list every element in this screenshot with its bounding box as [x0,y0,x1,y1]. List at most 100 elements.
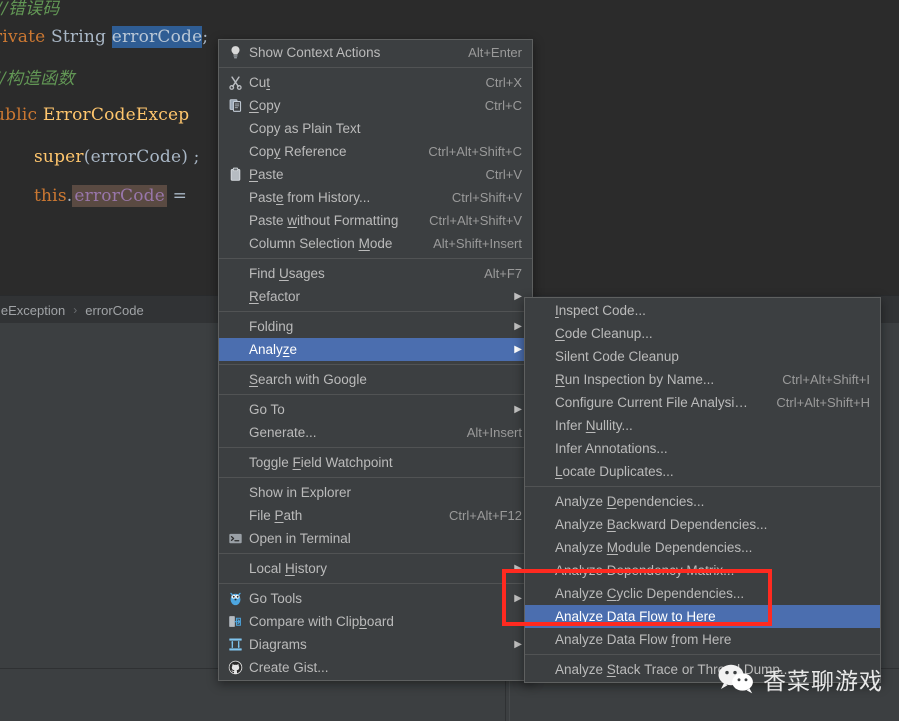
breadcrumb-item-field[interactable]: errorCode [85,303,144,318]
sub-analyze-backward-dependencies[interactable]: Analyze Backward Dependencies... [525,513,880,536]
analyze-submenu[interactable]: Inspect Code... Code Cleanup... Silent Cod… [524,297,881,683]
ctx-analyze[interactable]: Analyze ▶ [219,338,532,361]
menu-item-label: Paste [249,167,284,182]
ctx-go-to[interactable]: Go To ▶ [219,398,532,421]
ctx-toggle-field-watchpoint[interactable]: Toggle Field Watchpoint [219,451,532,474]
menu-separator [525,654,880,655]
sub-silent-code-cleanup[interactable]: Silent Code Cleanup [525,345,880,368]
chevron-right-icon: ▶ [514,639,522,650]
menu-item-label: Folding [249,319,294,334]
scissors-icon [225,75,245,91]
menu-separator [219,553,532,554]
menu-item-label: Copy as Plain Text [249,121,361,136]
menu-item-shortcut: Ctrl+Alt+Shift+V [429,213,522,228]
no-icon [531,540,551,556]
menu-item-label: Analyze Backward Dependencies... [555,517,768,532]
menu-item-label: Analyze Data Flow to Here [555,609,716,624]
ctx-refactor[interactable]: Refactor ▶ [219,285,532,308]
sub-code-cleanup[interactable]: Code Cleanup... [525,322,880,345]
menu-item-label: Analyze Data Flow from Here [555,632,732,647]
sub-infer-annotations[interactable]: Infer Annotations... [525,437,880,460]
menu-item-shortcut: Ctrl+Shift+V [451,190,522,205]
no-icon [225,342,245,358]
ctx-file-path[interactable]: File Path Ctrl+Alt+F12 [219,504,532,527]
ctx-local-history[interactable]: Local History ▶ [219,557,532,580]
watermark-text: 香菜聊游戏 [763,669,883,695]
no-icon [531,563,551,579]
sub-analyze-dependencies[interactable]: Analyze Dependencies... [525,490,880,513]
no-icon [531,662,551,678]
ctx-copy[interactable]: Copy Ctrl+C [219,94,532,117]
no-icon [225,319,245,335]
menu-separator [219,477,532,478]
menu-item-label: Analyze Module Dependencies... [555,540,753,555]
no-icon [225,213,245,229]
menu-item-label: Create Gist... [249,660,329,675]
editor-context-menu[interactable]: Show Context Actions Alt+Enter Cut Ctrl+X Co… [218,39,533,681]
no-icon [225,425,245,441]
menu-item-label: Infer Nullity... [555,418,633,433]
ctx-show-in-explorer[interactable]: Show in Explorer [219,481,532,504]
menu-separator [219,394,532,395]
menu-item-label: Search with Google [249,372,367,387]
menu-item-label: Paste without Formatting [249,213,399,228]
menu-item-label: Paste from History... [249,190,371,205]
chevron-right-icon: ▶ [514,404,522,415]
ctx-find-usages[interactable]: Find Usages Alt+F7 [219,262,532,285]
menu-item-label: Silent Code Cleanup [555,349,679,364]
breadcrumb-item-class[interactable]: leException [0,303,65,318]
ctx-copy-reference[interactable]: Copy Reference Ctrl+Alt+Shift+C [219,140,532,163]
code-line-2: rivate String errorCode; [0,26,209,48]
ctx-search-with-google[interactable]: Search with Google [219,368,532,391]
ctx-paste-from-history[interactable]: Paste from History... Ctrl+Shift+V [219,186,532,209]
ctx-column-selection-mode[interactable]: Column Selection Mode Alt+Shift+Insert [219,232,532,255]
menu-separator [219,67,532,68]
ctx-paste[interactable]: Paste Ctrl+V [219,163,532,186]
ctx-compare-with-clipboard[interactable]: Compare with Clipboard [219,610,532,633]
ctx-go-tools[interactable]: Go Tools ▶ [219,587,532,610]
diagram-icon [225,637,245,653]
sub-analyze-data-flow-from-here[interactable]: Analyze Data Flow from Here [525,628,880,651]
ctx-cut[interactable]: Cut Ctrl+X [219,71,532,94]
github-icon [225,660,245,676]
ctx-generate[interactable]: Generate... Alt+Insert [219,421,532,444]
no-icon [225,144,245,160]
ctx-diagrams[interactable]: Diagrams ▶ [219,633,532,656]
no-icon [531,418,551,434]
chevron-right-icon: ▶ [514,291,522,302]
menu-item-shortcut: Alt+Insert [466,425,522,440]
sub-analyze-dependency-matrix[interactable]: Analyze Dependency Matrix... [525,559,880,582]
ctx-folding[interactable]: Folding ▶ [219,315,532,338]
menu-item-label: Analyze Dependency Matrix... [555,563,735,578]
sub-analyze-data-flow-to-here[interactable]: Analyze Data Flow to Here [525,605,880,628]
ctx-create-gist[interactable]: Create Gist... [219,656,532,679]
sub-run-inspection-by-name[interactable]: Run Inspection by Name... Ctrl+Alt+Shift+… [525,368,880,391]
sub-configure-current-file-analysis[interactable]: Configure Current File Analysis... Ctrl+A… [525,391,880,414]
menu-item-shortcut: Ctrl+Alt+Shift+I [782,372,870,387]
ctx-copy-as-plain-text[interactable]: Copy as Plain Text [219,117,532,140]
menu-item-label: Diagrams [249,637,307,652]
sub-locate-duplicates[interactable]: Locate Duplicates... [525,460,880,483]
ctx-open-in-terminal[interactable]: Open in Terminal [219,527,532,550]
menu-separator [219,583,532,584]
sub-infer-nullity[interactable]: Infer Nullity... [525,414,880,437]
menu-item-label: Analyze Cyclic Dependencies... [555,586,745,601]
no-icon [225,121,245,137]
sub-analyze-module-dependencies[interactable]: Analyze Module Dependencies... [525,536,880,559]
ctx-show-context-actions[interactable]: Show Context Actions Alt+Enter [219,41,532,64]
no-icon [225,372,245,388]
menu-item-shortcut: Ctrl+X [485,75,522,90]
no-icon [225,190,245,206]
menu-item-label: Refactor [249,289,301,304]
menu-item-shortcut: Alt+F7 [484,266,522,281]
chevron-right-icon: ▶ [514,563,522,574]
no-icon [225,236,245,252]
menu-separator [525,486,880,487]
ctx-paste-without-formatting[interactable]: Paste without Formatting Ctrl+Alt+Shift+V [219,209,532,232]
no-icon [225,508,245,524]
sub-analyze-cyclic-dependencies[interactable]: Analyze Cyclic Dependencies... [525,582,880,605]
menu-item-label: Infer Annotations... [555,441,668,456]
sub-inspect-code[interactable]: Inspect Code... [525,299,880,322]
code-line-4: ublic ErrorCodeExcep [0,105,190,125]
no-icon [225,289,245,305]
